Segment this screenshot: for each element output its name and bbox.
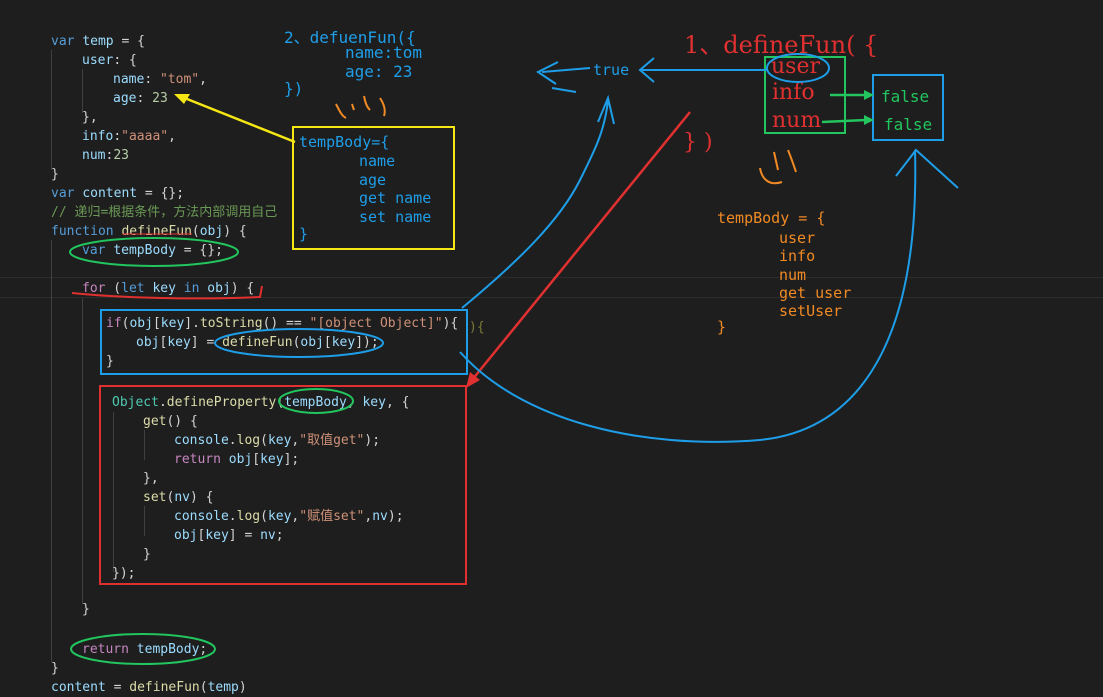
blue-arrow-left-true [536,61,591,93]
user-key-circle [766,53,830,83]
blue-curve-up [461,99,609,309]
red-arrow [471,111,691,381]
for-loop-underline [71,285,263,300]
return-circle [70,633,216,665]
yellow-arrow [181,95,296,144]
green-arrow-num [821,118,867,124]
editor-canvas: var temp = { user: { name: "tom", age: 2… [0,0,1103,697]
orange-squiggle [335,95,386,119]
annotation-strokes [69,53,959,665]
orange-squiggle [759,149,797,185]
tempbody-arg-circle [278,388,354,414]
recursive-call-circle [214,328,384,358]
green-arrowhead-num [864,115,874,125]
blue-curve-loop [459,149,917,443]
blue-curve-loop-head [895,148,959,189]
green-arrowhead-info [864,90,874,100]
tempbody-decl-circle [69,237,239,267]
